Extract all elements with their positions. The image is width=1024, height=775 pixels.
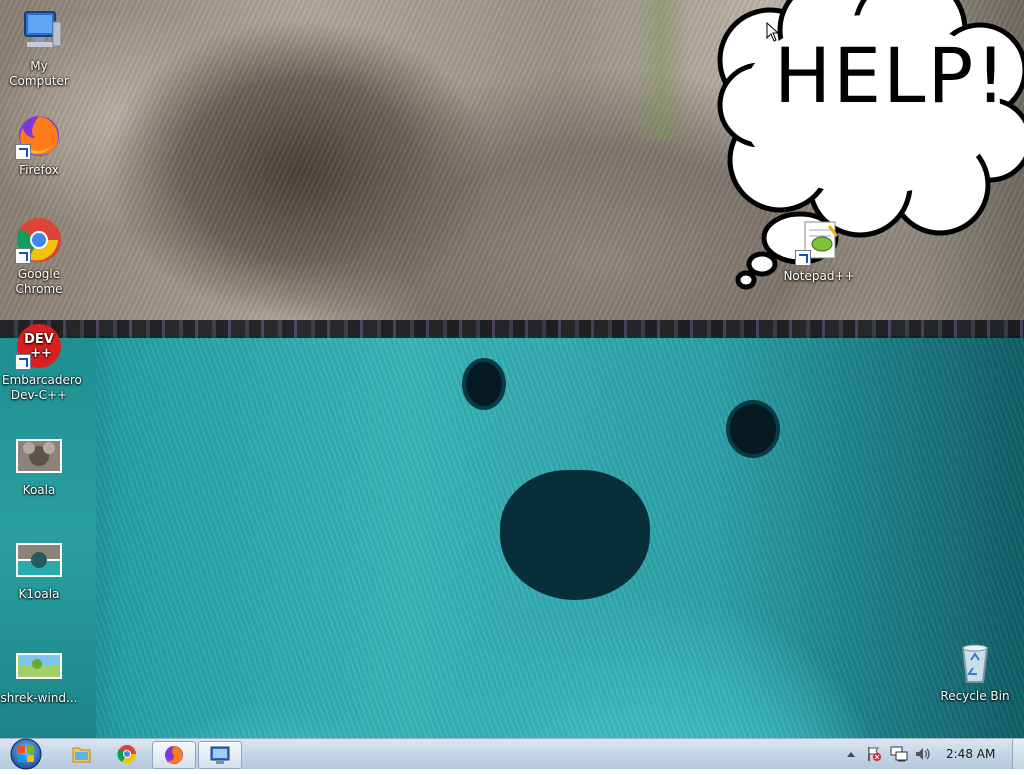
desktop-icon-firefox[interactable]: Firefox xyxy=(0,112,78,178)
image-thumbnail-icon xyxy=(15,640,63,688)
icon-label: My Computer xyxy=(9,59,69,88)
chrome-icon xyxy=(117,745,137,764)
icon-label: Recycle Bin xyxy=(940,689,1010,703)
notepadpp-icon xyxy=(795,218,843,266)
icon-label: Notepad++ xyxy=(783,269,855,283)
volume-icon[interactable] xyxy=(914,746,932,762)
mouse-cursor-icon xyxy=(766,22,780,42)
desktop-icon-recycle-bin[interactable]: Recycle Bin xyxy=(936,638,1014,704)
taskbar-explorer-button[interactable] xyxy=(60,741,102,767)
network-icon[interactable] xyxy=(890,746,908,762)
desktop-icon-google-chrome[interactable]: Google Chrome xyxy=(0,216,78,297)
show-hidden-icons-arrow[interactable] xyxy=(846,750,856,758)
icon-label: shrek-wind... xyxy=(0,691,78,705)
chrome-icon xyxy=(15,216,63,264)
action-center-flag-icon[interactable] xyxy=(866,746,882,762)
icon-label: Google Chrome xyxy=(15,267,63,296)
start-button[interactable] xyxy=(6,737,46,771)
desktop-icon-k1oala[interactable]: K1oala xyxy=(0,536,78,602)
icon-label: Koala xyxy=(22,483,56,497)
taskbar-remote-desktop-button[interactable] xyxy=(198,741,242,769)
image-thumbnail-icon xyxy=(15,432,63,480)
help-text: HELP! xyxy=(774,31,1008,120)
icon-label: Firefox xyxy=(19,163,59,177)
firefox-icon xyxy=(165,746,183,764)
taskbar-chrome-button[interactable] xyxy=(106,741,148,767)
koala-nose xyxy=(500,470,650,600)
desktop-icon-my-computer[interactable]: My Computer xyxy=(0,8,78,89)
koala-right-eye xyxy=(730,404,776,454)
explorer-folder-icon xyxy=(72,747,91,763)
desktop-icon-koala[interactable]: Koala xyxy=(0,432,78,498)
glitch-band xyxy=(0,320,1024,338)
computer-icon xyxy=(15,8,63,56)
desktop-icon-shrek-wind[interactable]: shrek-wind... xyxy=(0,640,78,706)
koala-left-eye xyxy=(466,362,502,406)
svg-text:++: ++ xyxy=(30,346,52,361)
icon-label: Embarcadero Dev-C++ xyxy=(2,373,82,402)
svg-text:DEV: DEV xyxy=(24,332,54,347)
icon-label: K1oala xyxy=(18,587,60,601)
image-thumbnail-icon xyxy=(15,536,63,584)
desktop-icon-notepadpp[interactable]: Notepad++ xyxy=(780,218,858,284)
show-desktop-button[interactable] xyxy=(1012,739,1024,769)
desktop-icon-devcpp[interactable]: DEV ++ Embarcadero Dev-C++ xyxy=(0,322,82,403)
recycle-bin-icon xyxy=(951,638,999,686)
taskbar-firefox-button[interactable] xyxy=(152,741,196,769)
taskbar-clock[interactable]: 2:48 AM xyxy=(946,747,995,761)
remote-desktop-icon xyxy=(210,746,230,764)
start-orb-icon xyxy=(10,738,42,770)
taskbar: 2:48 AM xyxy=(0,737,1024,771)
devcpp-icon: DEV ++ xyxy=(15,322,63,370)
firefox-icon xyxy=(15,112,63,160)
